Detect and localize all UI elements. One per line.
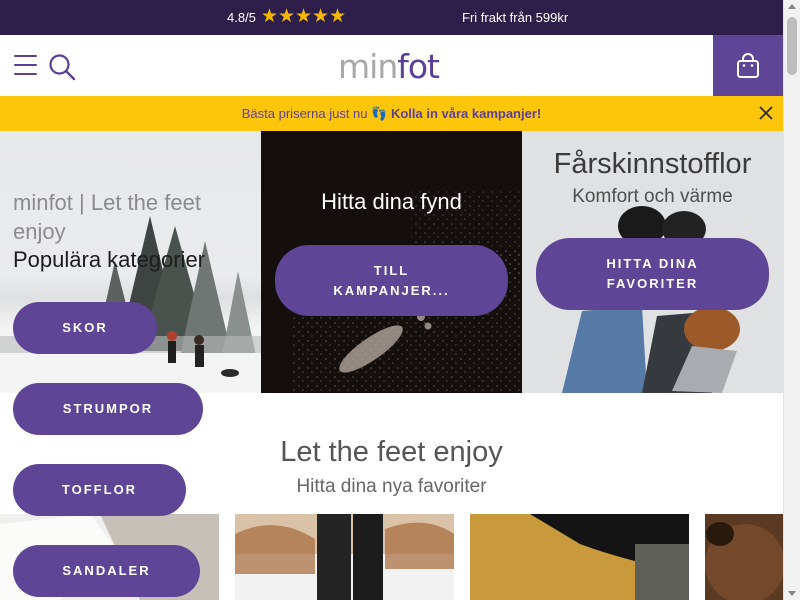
- star-rating-icon: ★★★★★: [260, 6, 347, 27]
- product-image-4[interactable]: [705, 514, 783, 600]
- category-button-label: SANDALER: [62, 563, 151, 578]
- popular-categories-heading: Populära kategorier: [13, 247, 206, 272]
- hamburger-menu-icon[interactable]: [14, 55, 37, 75]
- favorites-button[interactable]: HITTA DINA FAVORITER: [536, 238, 769, 310]
- category-button-label: TOFFLOR: [61, 482, 138, 497]
- hero-tile-title: Fårskinnstofflor: [553, 148, 752, 180]
- campaigns-button[interactable]: TILL KAMPANJER...: [275, 245, 508, 316]
- logo-text-fot: fot: [397, 47, 440, 86]
- product-image-3[interactable]: [470, 514, 689, 600]
- category-button-sandaler[interactable]: SANDALER: [13, 545, 200, 597]
- product-photo-jeans-boots: [235, 514, 454, 600]
- rating-value: 4.8/5: [227, 9, 256, 25]
- page-scrollbar[interactable]: [783, 0, 800, 600]
- rating-summary[interactable]: 4.8/5 ★★★★★: [227, 6, 347, 27]
- scrollbar-thumb[interactable]: [787, 17, 797, 75]
- category-button-strumpor[interactable]: STRUMPOR: [13, 383, 203, 435]
- hero-tile-deals: Hitta dina fynd TILL KAMPANJER...: [261, 131, 522, 393]
- cart-button[interactable]: [713, 35, 783, 96]
- category-button-label: STRUMPOR: [62, 401, 154, 416]
- hero-tile-title: minfot | Let the feet enjoy: [13, 190, 201, 244]
- product-photo-fur-slipper: [705, 514, 783, 600]
- campaigns-button-line2: KAMPANJER...: [333, 282, 450, 298]
- footprints-icon: 👣: [371, 106, 388, 121]
- category-button-tofflor[interactable]: TOFFLOR: [13, 464, 186, 516]
- category-button-label: SKOR: [62, 320, 108, 335]
- logo-text-min: min: [338, 47, 398, 86]
- site-header: minfot: [0, 35, 783, 96]
- hero-tile-subtitle: Komfort och värme: [572, 186, 733, 207]
- shopping-bag-icon: [737, 52, 759, 78]
- promo-text-row[interactable]: Bästa priserna just nu 👣 Kolla in våra k…: [0, 106, 783, 122]
- site-logo[interactable]: minfot: [338, 47, 440, 86]
- scroll-down-arrow-icon[interactable]: [788, 591, 796, 596]
- free-shipping-notice: Fri frakt från 599kr: [462, 10, 569, 25]
- product-image-2[interactable]: [235, 514, 454, 600]
- category-button-skor[interactable]: SKOR: [13, 302, 157, 354]
- hero-tile-title: Hitta dina fynd: [321, 189, 462, 214]
- promo-banner: Bästa priserna just nu 👣 Kolla in våra k…: [0, 96, 783, 131]
- favorites-button-line1: HITTA DINA: [606, 256, 699, 271]
- close-icon[interactable]: [759, 106, 773, 120]
- hero-tile-slippers: Fårskinnstofflor Komfort och värme HITTA…: [522, 131, 783, 393]
- search-icon[interactable]: [48, 53, 76, 81]
- product-photo-sheepskin: [470, 514, 689, 600]
- top-info-bar: 4.8/5 ★★★★★ Fri frakt från 599kr: [0, 0, 783, 35]
- favorites-button-line2: FAVORITER: [606, 276, 699, 291]
- scroll-up-arrow-icon[interactable]: [788, 4, 796, 9]
- promo-link[interactable]: Kolla in våra kampanjer!: [391, 106, 541, 121]
- promo-text: Bästa priserna just nu: [241, 106, 368, 121]
- campaigns-button-line1: TILL: [373, 262, 410, 278]
